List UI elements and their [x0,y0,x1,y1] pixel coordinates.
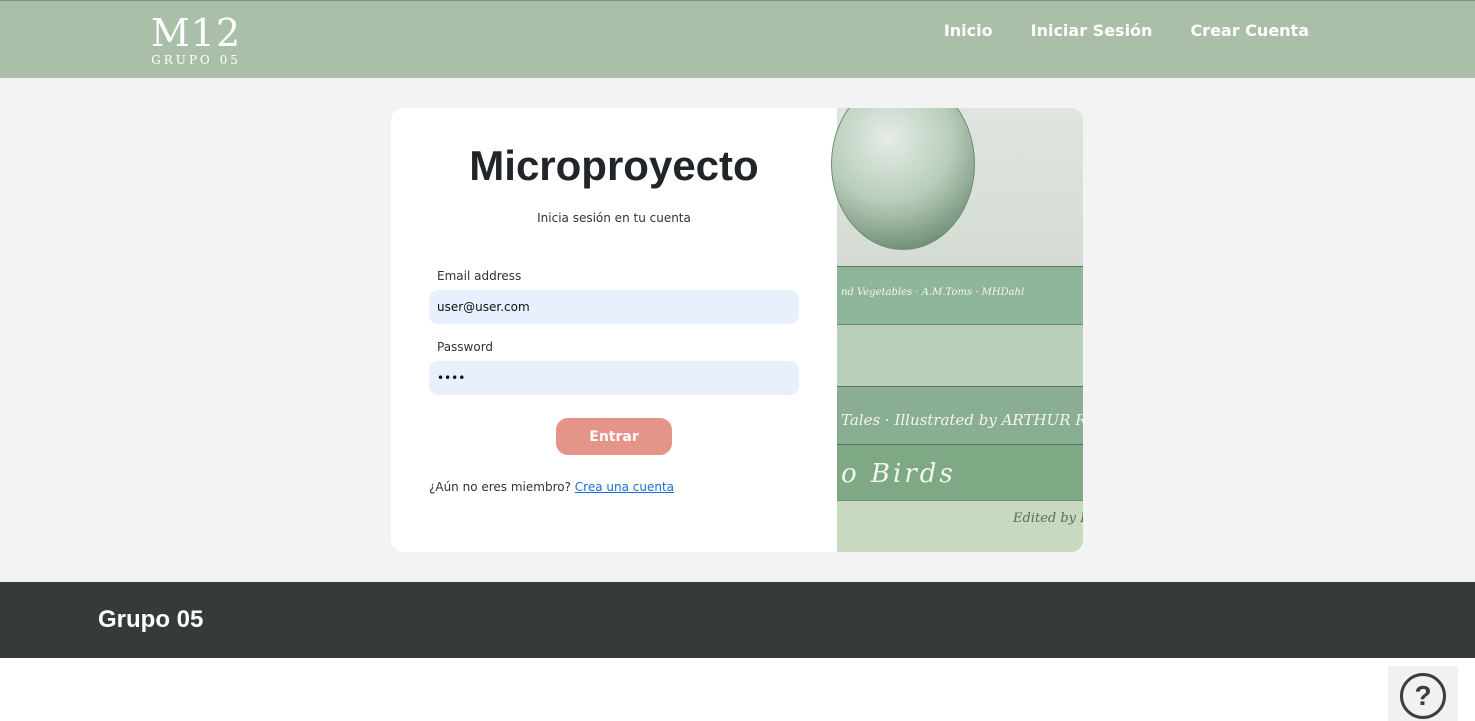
nav-iniciar-sesion[interactable]: Iniciar Sesión [1031,21,1153,40]
logo-subtitle: GRUPO 05 [151,53,241,67]
password-label: Password [437,340,494,354]
books-image: nd Vegetables · A.M.Toms · MHDahl Tales … [831,108,1083,552]
logo[interactable]: M12 GRUPO 05 [148,13,244,67]
book-1: nd Vegetables · A.M.Toms · MHDahl [837,266,1083,324]
help-icon: ? [1400,673,1446,719]
glass-orb [831,108,975,250]
book-4: o Birds [837,444,1083,500]
login-subtitle: Inicia sesión en tu cuenta [537,211,691,225]
email-field[interactable] [429,290,799,324]
book-5: Edited by Elli [837,500,1083,552]
login-form: Microproyecto Inicia sesión en tu cuenta… [391,108,837,552]
signup-link[interactable]: Crea una cuenta [575,480,674,494]
navbar: M12 GRUPO 05 Inicio Iniciar Sesión Crear… [0,0,1475,78]
logo-title: M12 [150,11,242,55]
footer-title: Grupo 05 [98,606,204,633]
nav-inicio[interactable]: Inicio [944,21,993,40]
signup-prompt: ¿Aún no eres miembro? Crea una cuenta [429,480,674,494]
nav-crear-cuenta[interactable]: Crear Cuenta [1190,21,1309,40]
password-field[interactable] [429,361,799,395]
help-button[interactable]: ? [1388,666,1458,721]
footer: Grupo 05 [0,582,1475,658]
main-area: Microproyecto Inicia sesión en tu cuenta… [0,78,1475,582]
page-title: Microproyecto [469,142,759,189]
submit-button[interactable]: Entrar [556,418,672,455]
book-3: Tales · Illustrated by ARTHUR RACKHAM [837,386,1083,444]
login-card: Microproyecto Inicia sesión en tu cuenta… [391,108,1083,552]
nav-links: Inicio Iniciar Sesión Crear Cuenta [944,21,1309,40]
book-2 [837,324,1083,386]
email-label: Email address [437,269,522,283]
signup-prompt-text: ¿Aún no eres miembro? [429,480,571,494]
